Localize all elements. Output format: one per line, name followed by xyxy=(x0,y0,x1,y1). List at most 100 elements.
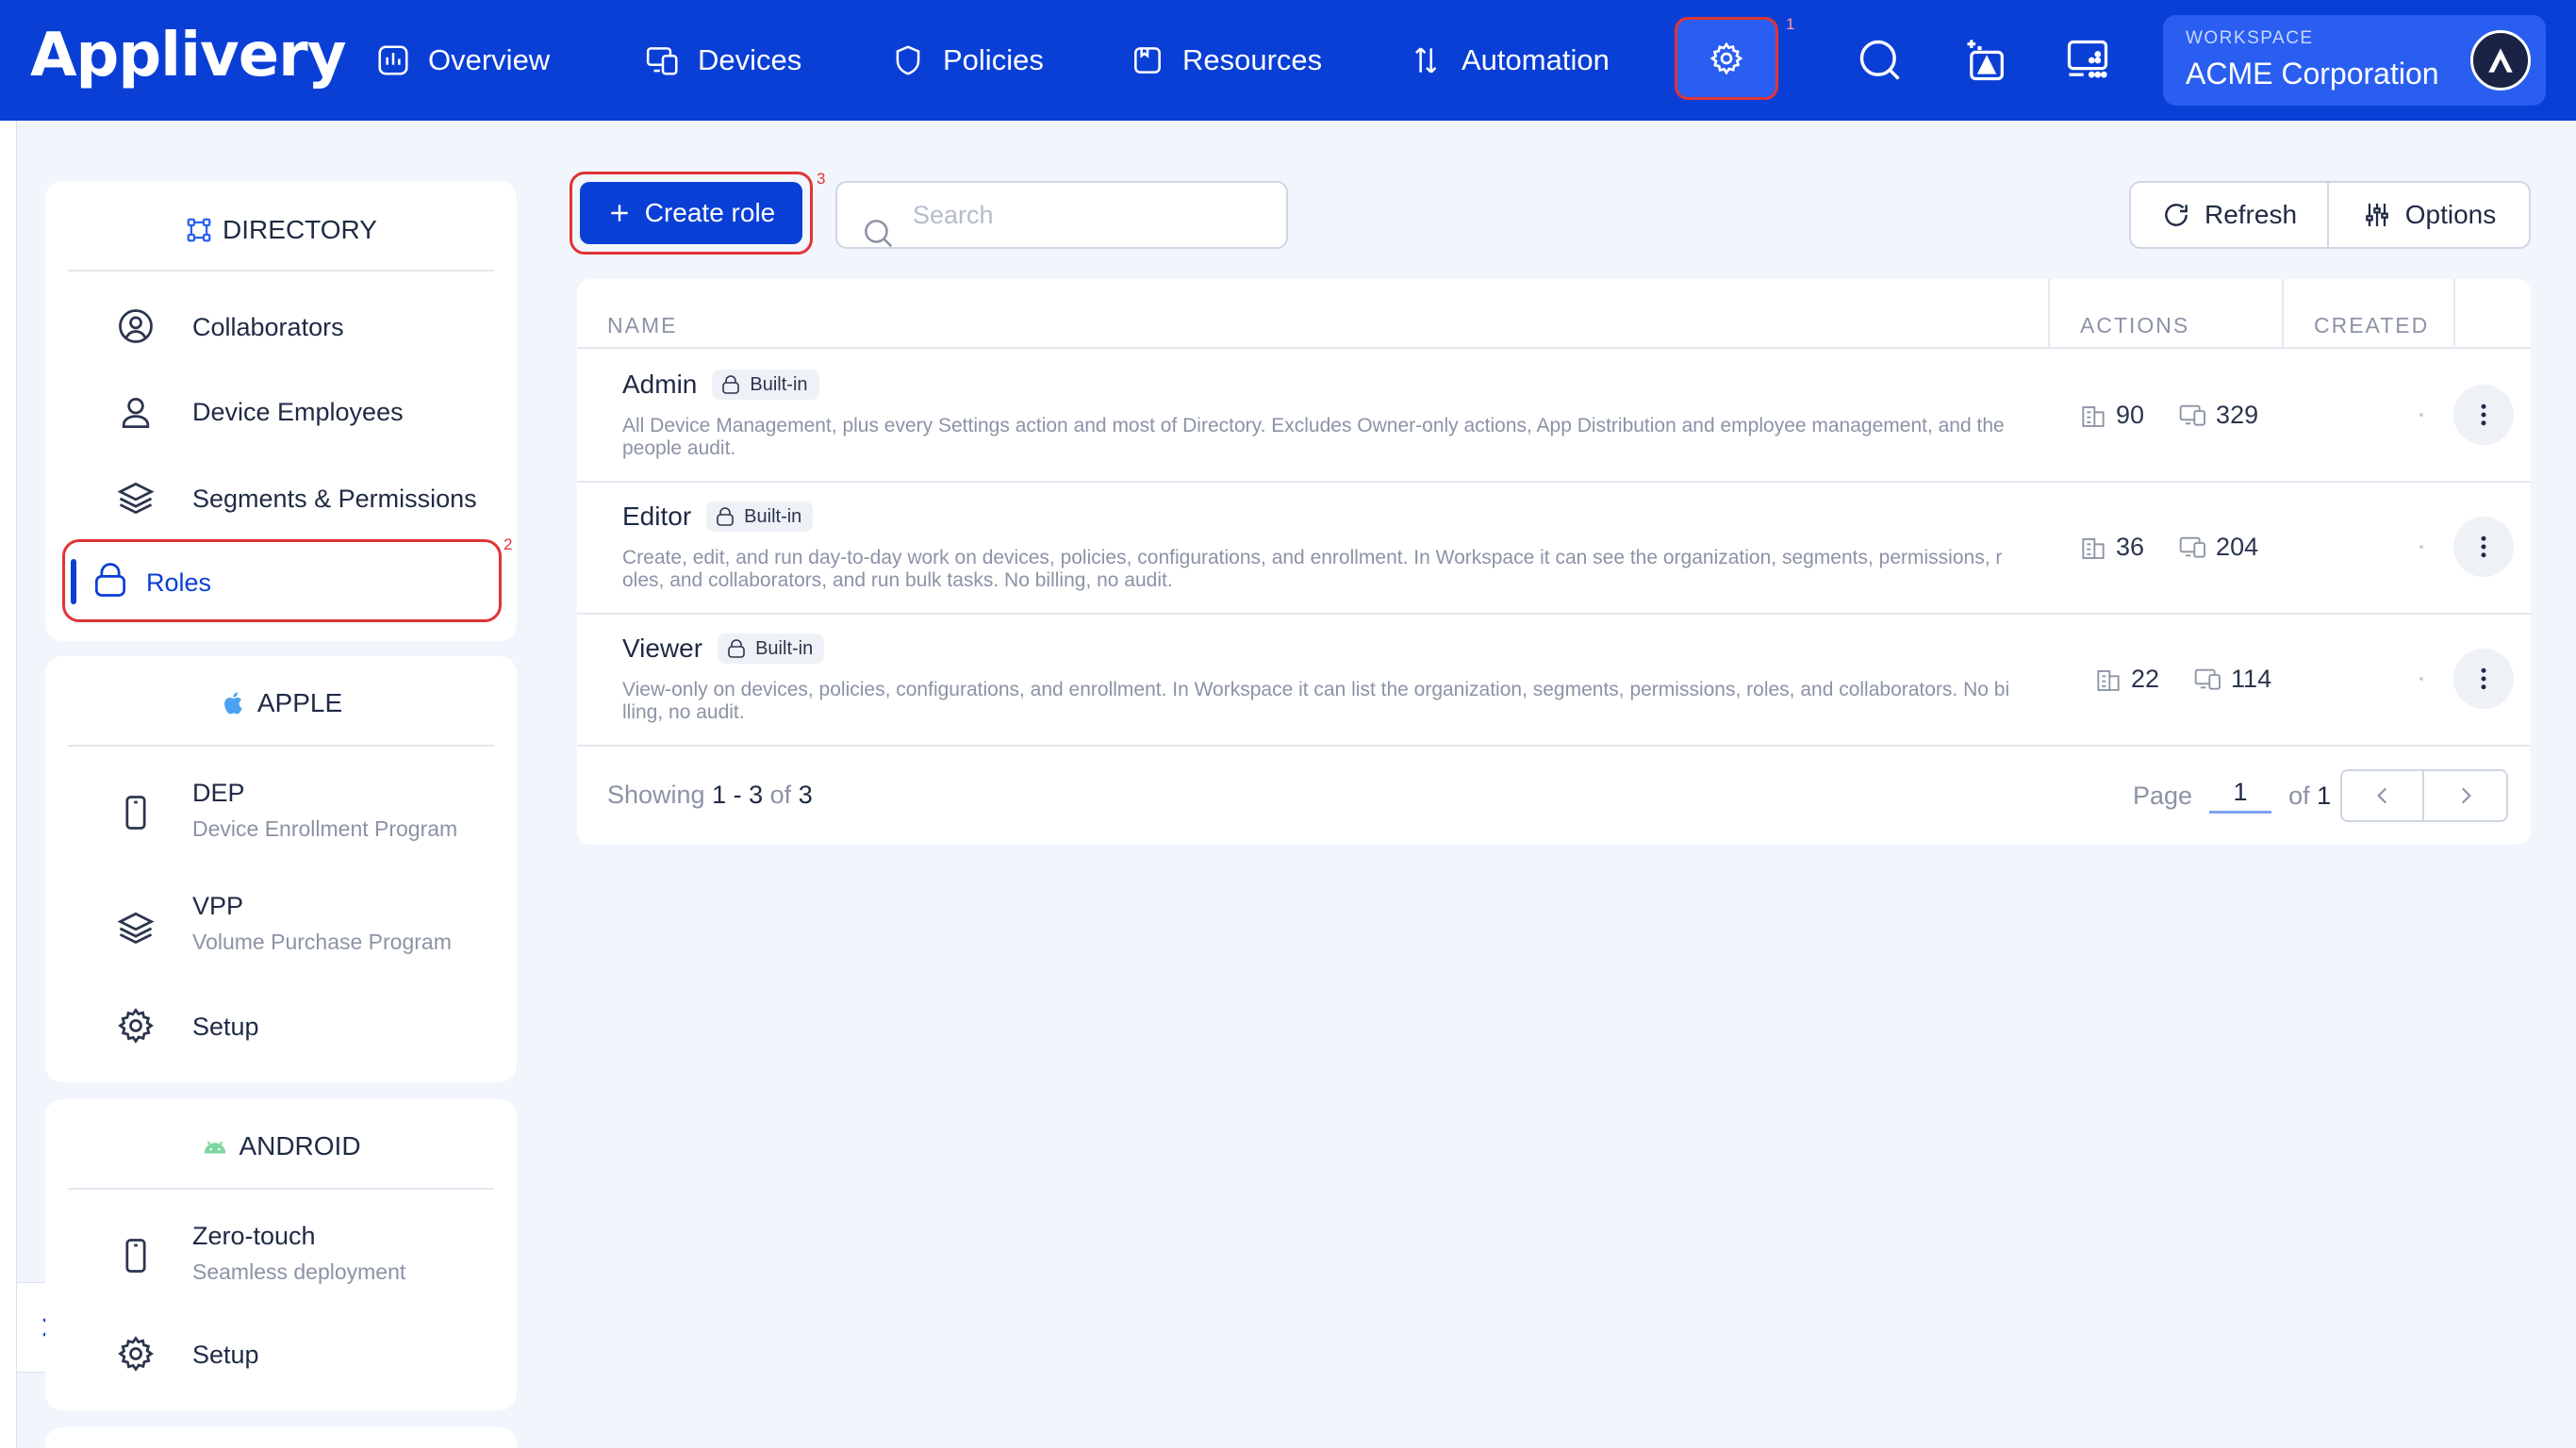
device-action-count: 329 xyxy=(2216,400,2259,429)
roles-table: NAME ACTIONS CREATED Admin Built-in All … xyxy=(577,279,2531,845)
row-menu-button[interactable] xyxy=(2453,517,2514,577)
device-action-count: 204 xyxy=(2216,532,2259,561)
refresh-button[interactable]: Refresh xyxy=(2131,183,2329,247)
previous-page-button[interactable] xyxy=(2342,771,2425,820)
layers-icon xyxy=(115,477,157,518)
sidebar-item-android-setup[interactable]: Setup xyxy=(68,1316,494,1391)
column-header-name[interactable]: NAME xyxy=(607,313,677,338)
search-icon xyxy=(1856,36,1905,85)
divider xyxy=(68,745,494,747)
workspace-label: WORKSPACE xyxy=(2186,28,2314,48)
nav-resources[interactable]: Resources xyxy=(1130,36,1322,85)
built-in-badge: Built-in xyxy=(718,634,825,664)
phone-icon xyxy=(115,1235,157,1276)
active-indicator xyxy=(71,559,76,604)
created-placeholder xyxy=(2419,413,2423,417)
apple-card: APPLE DEP Device Enrollment Program VPP … xyxy=(45,656,517,1082)
nav-overview-label: Overview xyxy=(428,43,551,76)
sidebar-item-dep[interactable]: DEP Device Enrollment Program xyxy=(68,765,494,864)
settings-button[interactable] xyxy=(1675,17,1778,100)
role-action-counts: 36 204 xyxy=(2078,530,2258,564)
apple-logo-icon xyxy=(220,689,248,717)
console-button[interactable] xyxy=(2061,34,2114,87)
sidebar-item-label: DEP xyxy=(192,779,245,807)
chevron-right-icon xyxy=(2453,783,2478,808)
sidebar-item-segments-permissions[interactable]: Segments & Permissions xyxy=(68,456,494,539)
lock-icon xyxy=(714,505,736,528)
table-row[interactable]: Viewer Built-in View-only on devices, po… xyxy=(577,613,2531,745)
sidebar-item-collaborators[interactable]: Collaborators xyxy=(68,285,494,368)
nav-automation[interactable]: Automation xyxy=(1409,36,1610,85)
kebab-icon xyxy=(2469,401,2498,429)
refresh-icon xyxy=(2161,200,2191,230)
role-name: Viewer xyxy=(622,634,703,663)
page-number-input[interactable]: 1 xyxy=(2209,778,2272,814)
nav-automation-label: Automation xyxy=(1461,43,1610,76)
org-action-count: 22 xyxy=(2131,664,2160,693)
directory-title-text: DIRECTORY xyxy=(223,215,377,244)
workspace-switcher[interactable]: WORKSPACE ACME Corporation xyxy=(2163,15,2546,106)
ai-assistant-button[interactable] xyxy=(1959,34,2012,87)
table-row[interactable]: Editor Built-in Create, edit, and run da… xyxy=(577,481,2531,613)
page-of-label: of xyxy=(2288,781,2310,810)
column-separator xyxy=(2453,279,2455,347)
annotation-2: 2 xyxy=(504,535,513,553)
sidebar-item-label: VPP xyxy=(192,892,244,920)
showing-from: 1 xyxy=(712,781,727,809)
kebab-icon xyxy=(2469,533,2498,561)
column-header-created[interactable]: CREATED xyxy=(2314,313,2429,338)
options-button[interactable]: Options xyxy=(2329,183,2529,247)
app-logo[interactable]: Applivery xyxy=(30,21,346,90)
row-menu-button[interactable] xyxy=(2453,385,2514,445)
created-placeholder xyxy=(2419,545,2423,549)
sidebar-item-apple-setup[interactable]: Setup xyxy=(68,988,494,1063)
next-page-button[interactable] xyxy=(2424,771,2506,820)
showing-of: of xyxy=(763,781,799,809)
search-input[interactable] xyxy=(913,196,1271,234)
role-action-counts: 90 329 xyxy=(2078,398,2258,432)
android-title: ANDROID xyxy=(45,1131,517,1161)
sidebar-item-label: Zero-touch xyxy=(192,1222,316,1250)
pagination-buttons xyxy=(2340,769,2508,822)
sidebar-item-label: Segments & Permissions xyxy=(192,485,477,513)
nav-overview[interactable]: Overview xyxy=(375,36,550,85)
dashboard-grid-icon xyxy=(2063,36,2112,85)
badge-label: Built-in xyxy=(755,637,814,659)
page-indicator: Page 1 of 1 xyxy=(2133,777,2331,814)
devices-icon xyxy=(2178,400,2208,430)
folder-icon xyxy=(1130,42,1165,78)
plus-icon xyxy=(607,201,632,225)
building-icon xyxy=(2078,400,2108,430)
user-circle-icon xyxy=(115,305,157,347)
nav-policies[interactable]: Policies xyxy=(890,36,1044,85)
sidebar-item-label: Device Employees xyxy=(192,398,404,426)
role-action-counts: 22 114 xyxy=(2093,662,2271,696)
column-header-actions[interactable]: ACTIONS xyxy=(2080,313,2189,338)
sidebar-item-vpp[interactable]: VPP Volume Purchase Program xyxy=(68,879,494,977)
gear-icon xyxy=(115,1005,157,1046)
device-action-count: 114 xyxy=(2231,664,2272,693)
devices-icon xyxy=(2178,532,2208,562)
devices-icon xyxy=(2193,664,2223,694)
nav-devices[interactable]: Devices xyxy=(645,36,801,85)
building-icon xyxy=(2093,664,2123,694)
row-menu-button[interactable] xyxy=(2453,649,2514,709)
kebab-icon xyxy=(2469,665,2498,693)
role-name-cell: Admin Built-in xyxy=(622,370,819,400)
sidebar-item-device-employees[interactable]: Device Employees xyxy=(68,370,494,452)
create-role-button[interactable]: Create role xyxy=(580,182,802,244)
sparkle-icon xyxy=(1961,36,2010,85)
chart-icon xyxy=(375,42,411,78)
role-name: Editor xyxy=(622,502,692,531)
sidebar-item-label: Collaborators xyxy=(192,313,344,341)
phone-icon xyxy=(115,792,157,833)
page-label: Page xyxy=(2133,781,2193,810)
column-separator xyxy=(2048,279,2050,347)
sidebar-item-zero-touch[interactable]: Zero-touch Seamless deployment xyxy=(68,1209,494,1307)
layers-icon xyxy=(115,907,157,948)
showing-to: 3 xyxy=(749,781,764,809)
sidebar-item-roles[interactable]: Roles xyxy=(62,539,502,622)
table-row[interactable]: Admin Built-in All Device Management, pl… xyxy=(577,349,2531,481)
org-action-count: 36 xyxy=(2116,532,2145,561)
search-top-button[interactable] xyxy=(1854,34,1907,87)
